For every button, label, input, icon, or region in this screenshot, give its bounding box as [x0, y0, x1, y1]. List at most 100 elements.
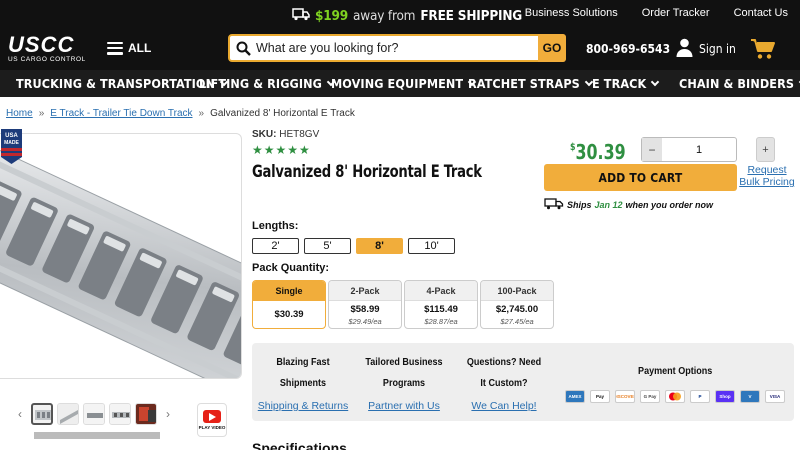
length-option-2ft[interactable]: 2' — [252, 238, 299, 254]
quantity-stepper: − 1 — [641, 137, 737, 162]
business-solutions-link[interactable]: Business Solutions — [525, 7, 618, 19]
uscc-logo[interactable]: USCC US CARGO CONTROL — [8, 34, 96, 66]
google-pay-icon: G Pay — [640, 390, 660, 403]
top-bar: $199 away from FREE SHIPPING Business So… — [0, 0, 800, 30]
we-can-help-link[interactable]: We Can Help! — [471, 400, 536, 412]
badge-line2: MADE — [4, 140, 19, 146]
nav-label: E TRACK — [592, 76, 647, 91]
add-to-cart-button[interactable]: ADD TO CART — [544, 164, 737, 191]
search-bar: GO — [228, 34, 566, 62]
thumbnail-scrollbar[interactable] — [34, 432, 160, 439]
venmo-icon: V — [740, 390, 760, 403]
business-title: Tailored Business Programs — [365, 356, 443, 389]
nav-label: TRUCKING & TRANSPORTATION — [16, 76, 216, 91]
quantity-increment-button[interactable]: + — [756, 137, 775, 162]
breadcrumb-home[interactable]: Home — [6, 108, 33, 119]
breadcrumb: Home » E Track - Trailer Tie Down Track … — [6, 108, 355, 119]
ships-word: Ships — [567, 200, 592, 210]
specifications-heading: Specifications — [252, 440, 347, 450]
free-shipping-promo: $199 away from FREE SHIPPING — [292, 7, 522, 25]
questions-title: Questions? Need It Custom? — [466, 356, 542, 389]
logo-mark: USCC — [8, 32, 75, 57]
thumbnail-1[interactable] — [31, 403, 53, 425]
length-option-5ft[interactable]: 5' — [304, 238, 351, 254]
delivery-truck-icon — [544, 198, 564, 212]
nav-label: LIFTING & RIGGING — [199, 76, 322, 91]
pack-each-price: $29.49/ea — [348, 316, 382, 326]
sign-in-link[interactable]: Sign in — [676, 38, 736, 60]
nav-moving-equipment[interactable]: MOVING EQUIPMENT — [331, 76, 477, 91]
thumbnail-3[interactable] — [83, 403, 105, 425]
quantity-decrement-button[interactable]: − — [642, 138, 662, 161]
info-strip: Blazing Fast Shipments Shipping & Return… — [252, 343, 794, 421]
amex-icon: AMEX — [565, 390, 585, 403]
cart-icon[interactable] — [750, 38, 776, 65]
pack-option-2-pack[interactable]: 2-Pack $58.99 $29.49/ea — [328, 280, 402, 329]
nav-lifting-rigging[interactable]: LIFTING & RIGGING — [199, 76, 336, 91]
all-menu-label: ALL — [128, 41, 152, 55]
breadcrumb-separator: » — [198, 108, 205, 119]
mastercard-icon — [665, 390, 685, 403]
length-option-8ft[interactable]: 8' — [356, 238, 403, 254]
promo-strong: FREE SHIPPING — [420, 8, 523, 24]
thumbnail-strip: ‹ › — [13, 403, 175, 425]
nav-label: RATCHET STRAPS — [468, 76, 580, 91]
length-option-10ft[interactable]: 10' — [408, 238, 455, 254]
pack-price: $115.49 — [424, 303, 458, 315]
phone-number[interactable]: 800-969-6543 — [586, 42, 670, 56]
breadcrumb-separator: » — [38, 108, 45, 119]
badge-line1: USA — [5, 133, 18, 139]
price-currency: $ — [570, 142, 576, 153]
product-image[interactable] — [0, 133, 242, 379]
all-menu-button[interactable]: ALL — [107, 41, 151, 55]
rating-stars[interactable]: ★★★★★ — [252, 143, 311, 157]
ships-tail: when you order now — [625, 200, 714, 210]
sign-in-label: Sign in — [699, 42, 736, 56]
pack-name: 4-Pack — [405, 281, 477, 301]
lengths-label: Lengths: — [252, 220, 299, 232]
contact-us-link[interactable]: Contact Us — [734, 7, 788, 19]
shipping-title: Blazing Fast Shipments — [276, 356, 330, 389]
nav-chain-binders[interactable]: CHAIN & BINDERS — [679, 76, 800, 91]
e-track-image — [0, 148, 241, 378]
partner-with-us-link[interactable]: Partner with Us — [368, 400, 440, 412]
hamburger-icon — [107, 41, 123, 55]
order-tracker-link[interactable]: Order Tracker — [642, 7, 710, 19]
chevron-left-icon[interactable]: ‹ — [13, 407, 27, 421]
sku-label: SKU: — [252, 129, 277, 140]
nav-trucking-transportation[interactable]: TRUCKING & TRANSPORTATION — [16, 76, 229, 91]
product-title: Galvanized 8' Horizontal E Track — [252, 162, 482, 182]
main-nav: TRUCKING & TRANSPORTATION LIFTING & RIGG… — [0, 70, 800, 97]
shipping-info: Blazing Fast Shipments Shipping & Return… — [252, 343, 354, 421]
play-video-label: PLAY VIDEO — [198, 425, 226, 430]
breadcrumb-category[interactable]: E Track - Trailer Tie Down Track — [50, 108, 192, 119]
paypal-icon: P — [690, 390, 710, 403]
ships-eta: Ships Jan 12 when you order now — [544, 198, 713, 212]
pack-quantity-label: Pack Quantity: — [252, 262, 330, 274]
shipping-returns-link[interactable]: Shipping & Returns — [258, 400, 348, 412]
search-icon — [230, 41, 256, 56]
nav-ratchet-straps[interactable]: RATCHET STRAPS — [468, 76, 594, 91]
discover-icon: DISCOVER — [615, 390, 635, 403]
search-input[interactable] — [256, 41, 538, 55]
pack-option-single[interactable]: Single $30.39 — [252, 280, 326, 329]
ships-date: Jan 12 — [594, 200, 623, 210]
nav-e-track[interactable]: E TRACK — [592, 76, 660, 91]
product-price: $30.39 — [570, 140, 626, 164]
pack-option-100-pack[interactable]: 100-Pack $2,745.00 $27.45/ea — [480, 280, 554, 329]
pack-each-price: $28.87/ea — [424, 316, 458, 326]
length-options: 2' 5' 8' 10' — [252, 238, 455, 254]
thumbnail-5[interactable] — [135, 403, 157, 425]
thumbnail-4[interactable] — [109, 403, 131, 425]
request-bulk-pricing-link[interactable]: Request Bulk Pricing — [738, 164, 796, 188]
shop-pay-icon: Shop — [715, 390, 735, 403]
pack-price: $2,745.00 — [495, 303, 539, 315]
price-value: 30.39 — [575, 140, 626, 164]
site-header: USCC US CARGO CONTROL ALL GO 800-969-654… — [0, 30, 800, 70]
chevron-right-icon[interactable]: › — [161, 407, 175, 421]
search-go-button[interactable]: GO — [538, 34, 566, 62]
thumbnail-2[interactable] — [57, 403, 79, 425]
play-video-button[interactable]: PLAY VIDEO — [197, 403, 227, 437]
quantity-input[interactable]: 1 — [662, 144, 736, 156]
pack-option-4-pack[interactable]: 4-Pack $115.49 $28.87/ea — [404, 280, 478, 329]
